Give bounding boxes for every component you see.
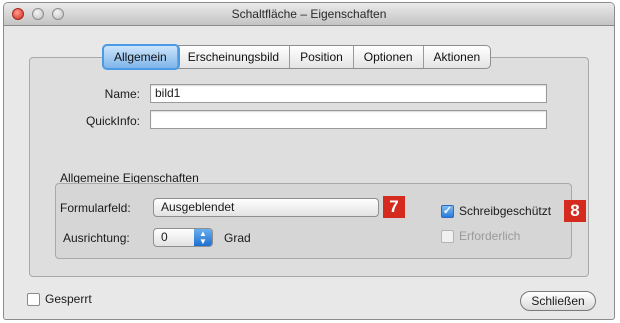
required-checkbox[interactable] — [441, 230, 454, 243]
tab-allgemein[interactable]: Allgemein — [104, 46, 178, 68]
rotation-stepper[interactable]: 0 ▲ ▼ — [153, 228, 213, 247]
rotation-value: 0 — [161, 230, 168, 244]
checkmark-icon: ✓ — [442, 205, 453, 217]
formfield-label: Formularfeld: — [60, 201, 131, 215]
title-bar: Schaltfläche – Eigenschaften — [4, 3, 614, 26]
tab-erscheinungsbild[interactable]: Erscheinungsbild — [178, 46, 291, 68]
tab-bar: Allgemein Erscheinungsbild Position Opti… — [103, 45, 492, 69]
callout-marker-7: 7 — [383, 196, 405, 218]
window-title: Schaltfläche – Eigenschaften — [231, 7, 387, 21]
stepper-arrows-icon[interactable]: ▲ ▼ — [194, 229, 212, 246]
readonly-label: Schreibgeschützt — [459, 204, 552, 218]
name-field[interactable]: bild1 — [150, 84, 547, 103]
quickinfo-label: QuickInfo: — [85, 114, 140, 128]
locked-label: Gesperrt — [45, 292, 92, 306]
readonly-checkbox[interactable]: ✓ — [441, 205, 454, 218]
name-label: Name: — [104, 87, 140, 101]
general-properties-group — [55, 183, 572, 259]
callout-marker-8: 8 — [564, 200, 586, 222]
required-label: Erforderlich — [459, 229, 521, 243]
tab-aktionen[interactable]: Aktionen — [424, 46, 491, 68]
rotation-label: Ausrichtung: — [63, 231, 130, 245]
close-button[interactable]: Schließen — [520, 291, 596, 311]
tab-position[interactable]: Position — [290, 46, 354, 68]
locked-checkbox[interactable] — [27, 293, 40, 306]
tab-optionen[interactable]: Optionen — [354, 46, 424, 68]
formfield-popup[interactable]: Ausgeblendet — [153, 198, 379, 217]
rotation-unit: Grad — [224, 231, 251, 245]
quickinfo-field[interactable] — [150, 110, 547, 129]
